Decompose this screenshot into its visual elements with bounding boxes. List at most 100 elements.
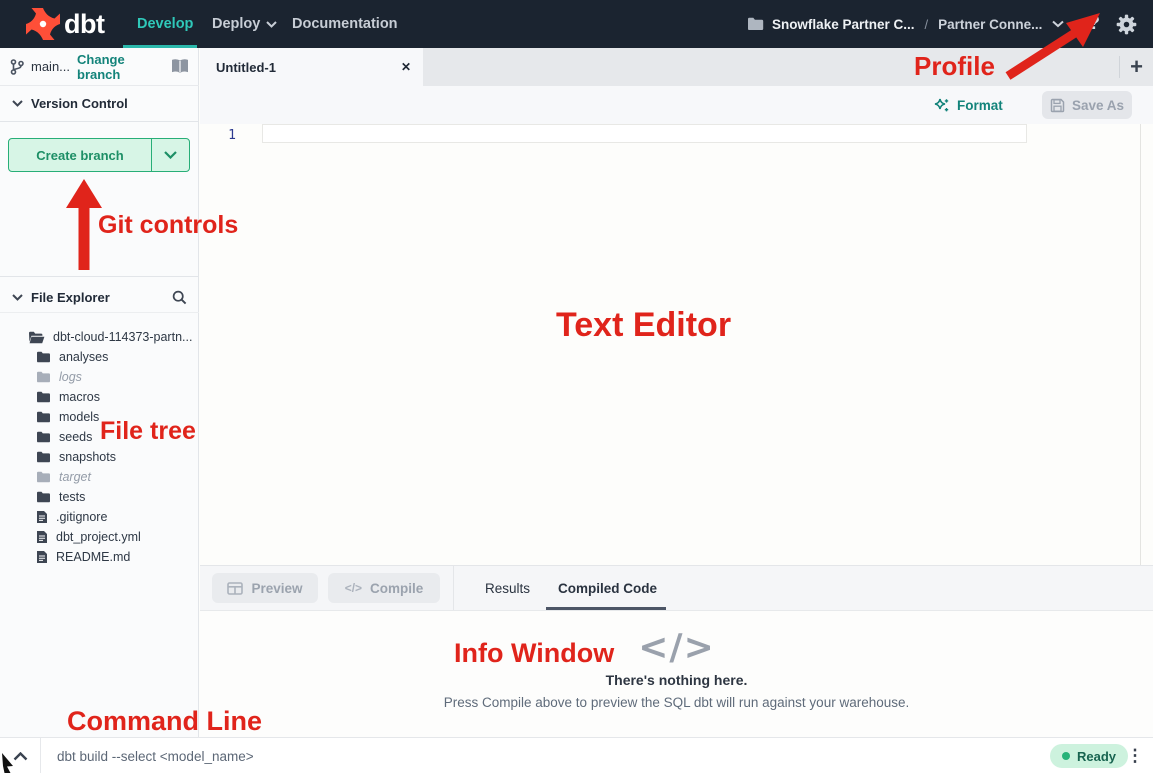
account-name[interactable]: Snowflake Partner C... [772,17,915,32]
folder-icon [36,351,51,363]
tree-item-root[interactable]: dbt-cloud-114373-partn... [0,327,199,347]
dbt-logo[interactable]: dbt [26,8,104,40]
tree-item-label: dbt_project.yml [56,530,141,544]
tree-item[interactable]: analyses [0,347,199,367]
tab-label: Untitled-1 [216,60,276,75]
tree-item-label: logs [59,370,82,384]
sidebar: main... Change branch Version Control Cr… [0,48,199,737]
file-icon [36,510,48,524]
preview-button[interactable]: Preview [212,573,318,603]
current-line-highlight[interactable] [262,124,1027,143]
tree-item-label: tests [59,490,85,504]
tree-item-label: macros [59,390,100,404]
git-branch-icon [10,59,24,75]
tree-item[interactable]: logs [0,367,199,387]
tree-item[interactable]: target [0,467,199,487]
status-label: Ready [1077,749,1116,764]
save-as-button[interactable]: Save As [1042,91,1132,119]
editor-minimap-divider [1140,124,1141,565]
tree-item[interactable]: tests [0,487,199,507]
project-selector-cluster: Snowflake Partner C... / Partner Conne..… [747,0,1137,48]
file-icon [36,530,48,544]
tree-item[interactable]: .gitignore [0,507,199,527]
empty-state-subtitle: Press Compile above to preview the SQL d… [444,695,910,710]
nav-documentation-label: Documentation [292,16,398,32]
file-explorer-header[interactable]: File Explorer [0,283,199,313]
version-control-body: Create branch [0,122,199,277]
format-label: Format [957,98,1003,113]
folder-open-icon [28,331,45,344]
expand-chevron-icon[interactable] [0,738,40,773]
compile-button[interactable]: </> Compile [328,573,440,603]
tree-item-label: models [59,410,99,424]
nav-documentation[interactable]: Documentation [292,0,398,48]
compile-label: Compile [370,581,423,596]
dbt-cloud-ide: dbt Develop Deploy Documentation Snowfla… [0,0,1153,773]
text-editor[interactable]: 1 [200,124,1153,565]
info-window: </> There's nothing here. Press Compile … [200,611,1153,737]
help-icon[interactable]: ? [1088,13,1100,35]
nav-deploy[interactable]: Deploy [212,0,277,48]
code-icon-large: </> [638,627,714,668]
kebab-menu-icon[interactable]: ⋮ [1124,738,1146,773]
tree-item-label: seeds [59,430,92,444]
folder-icon [36,431,51,443]
project-name[interactable]: Partner Conne... [938,17,1042,32]
breadcrumb-separator: / [924,17,928,32]
tree-item[interactable]: README.md [0,547,199,567]
tree-item-label: snapshots [59,450,116,464]
tree-item-label: README.md [56,550,130,564]
version-control-header[interactable]: Version Control [0,86,199,122]
folder-icon [36,451,51,463]
folder-icon [36,371,51,383]
table-icon [227,582,243,595]
gear-icon[interactable] [1116,14,1137,35]
panel-divider [453,566,454,610]
chevron-down-icon [12,294,23,301]
tree-item[interactable]: models [0,407,199,427]
tree-item-label: dbt-cloud-114373-partn... [53,330,192,344]
tab-results[interactable]: Results [485,566,530,610]
nav-develop[interactable]: Develop [137,0,193,48]
nav-develop-label: Develop [137,16,193,32]
search-icon[interactable] [172,290,187,305]
line-number: 1 [208,128,236,143]
tree-item[interactable]: macros [0,387,199,407]
file-tree: dbt-cloud-114373-partn... analyses logs … [0,327,199,567]
current-branch-label: main... [31,59,70,74]
dbt-logo-icon [26,8,60,40]
file-icon [36,550,48,564]
docs-book-icon[interactable] [171,59,189,74]
tree-item-label: .gitignore [56,510,107,524]
change-branch-link[interactable]: Change branch [77,52,164,82]
close-icon[interactable]: ✕ [401,60,411,74]
chevron-down-icon[interactable] [152,139,189,171]
empty-state-title: There's nothing here. [606,672,748,688]
tab-untitled-1[interactable]: Untitled-1 ✕ [200,48,423,86]
version-control-title: Version Control [31,96,128,111]
chevron-down-icon [12,100,23,107]
tree-item[interactable]: dbt_project.yml [0,527,199,547]
tree-item[interactable]: snapshots [0,447,199,467]
create-branch-button[interactable]: Create branch [8,138,190,172]
status-dot-icon [1062,752,1070,760]
save-as-label: Save As [1072,98,1124,113]
preview-label: Preview [251,581,302,596]
tab-compiled-code[interactable]: Compiled Code [558,566,657,610]
new-tab-button[interactable]: + [1120,48,1153,86]
editor-toolbar: Format Save As [200,86,1153,124]
code-icon: </> [345,581,362,595]
active-tab-underline [546,607,666,610]
editor-tab-bar: Untitled-1 ✕ + [200,48,1153,86]
top-nav: dbt Develop Deploy Documentation Snowfla… [0,0,1153,48]
chevron-down-icon[interactable] [1052,20,1064,28]
main-area: Untitled-1 ✕ + Format [200,48,1153,737]
folder-icon [36,471,51,483]
tree-item[interactable]: seeds [0,427,199,447]
results-tab-label: Results [485,581,530,596]
chevron-down-icon [266,21,277,28]
sparkle-icon [933,97,950,114]
status-badge: Ready [1050,744,1128,768]
command-input[interactable] [41,738,1031,773]
format-button[interactable]: Format [933,91,1003,119]
